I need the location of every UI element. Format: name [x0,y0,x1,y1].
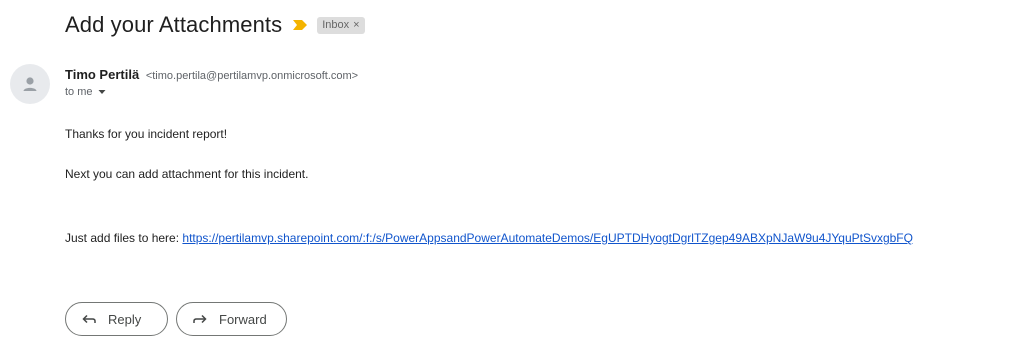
remove-label-icon[interactable]: × [353,19,359,31]
forward-label: Forward [219,311,267,327]
forward-arrow-icon [191,310,209,328]
inbox-label-chip: Inbox × [317,16,365,34]
inbox-label-text: Inbox [322,19,350,31]
body-paragraph-next-step: Next you can add attachment for this inc… [65,167,309,181]
message-actions: Reply Forward [65,302,287,336]
recipient-details-toggle[interactable]: to me [65,86,358,98]
body-paragraph-thanks: Thanks for you incident report! [65,127,228,141]
subject-row: Add your Attachments Inbox × [65,9,365,41]
body-paragraph-link: Just add files to here: https://pertilam… [65,231,913,245]
sender-line: Timo Pertilä <timo.pertila@pertilamvp.on… [65,66,358,85]
sender-block: Timo Pertilä <timo.pertila@pertilamvp.on… [65,66,358,98]
forward-button[interactable]: Forward [176,302,287,336]
importance-marker-icon[interactable] [292,18,308,32]
reply-label: Reply [108,311,142,327]
reply-button[interactable]: Reply [65,302,168,336]
email-subject: Add your Attachments [65,12,283,37]
sharepoint-link[interactable]: https://pertilamvp.sharepoint.com/:f:/s/… [182,231,913,245]
email-view: Add your Attachments Inbox × Timo Pertil… [0,0,1023,361]
link-prefix-text: Just add files to here: [65,231,183,245]
sender-avatar[interactable] [10,64,50,104]
caret-down-icon[interactable] [97,87,107,97]
sender-email: <timo.pertila@pertilamvp.onmicrosoft.com… [145,70,359,82]
person-avatar-icon [23,77,37,91]
sender-name[interactable]: Timo Pertilä [65,67,139,82]
reply-arrow-icon [80,310,98,328]
recipient-text: to me [65,86,93,98]
